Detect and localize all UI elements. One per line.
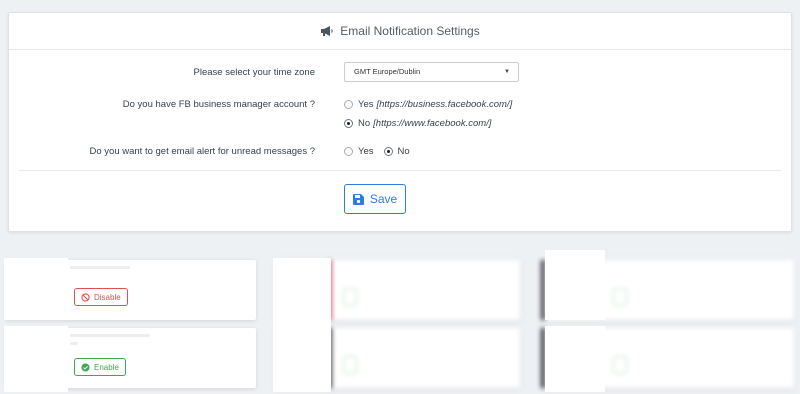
- save-button[interactable]: Save: [344, 184, 406, 214]
- alert-no-radio[interactable]: [383, 147, 393, 156]
- divider: [19, 170, 781, 171]
- alert-no-label: No: [397, 146, 410, 157]
- disable-button[interactable]: Disable: [74, 288, 128, 306]
- save-label: Save: [369, 192, 398, 206]
- megaphone-icon: [321, 26, 334, 36]
- email-alert-options: Yes No: [344, 146, 410, 157]
- enable-button[interactable]: Enable: [74, 358, 126, 376]
- fb-yes-radio[interactable]: [344, 100, 353, 109]
- fb-no-label: No: [358, 118, 371, 129]
- avatar-placeholder: [273, 258, 331, 392]
- enable-label: Enable: [94, 362, 119, 372]
- alert-yes-radio[interactable]: [344, 147, 353, 156]
- floppy-disk-icon: [352, 193, 364, 205]
- avatar-placeholder: [545, 250, 605, 320]
- ban-icon: [81, 292, 90, 302]
- fb-yes-label: Yes: [358, 99, 374, 110]
- card-title: Email Notification Settings: [340, 24, 480, 38]
- timezone-label: Please select your time zone: [193, 67, 315, 78]
- email-settings-card: Email Notification Settings Please selec…: [8, 12, 792, 232]
- fb-option-no[interactable]: No [https://www.facebook.com/]: [344, 118, 491, 129]
- card-header: Email Notification Settings: [9, 13, 791, 50]
- disable-label: Disable: [94, 292, 121, 302]
- fb-option-yes[interactable]: Yes [https://business.facebook.com/]: [344, 99, 512, 110]
- email-alert-label: Do you want to get email alert for unrea…: [89, 146, 315, 157]
- caret-down-icon: ▼: [504, 69, 510, 75]
- avatar-placeholder: [545, 326, 605, 392]
- fb-no-radio[interactable]: [344, 119, 353, 128]
- fb-account-label: Do you have FB business manager account …: [122, 99, 315, 110]
- timezone-select[interactable]: GMT Europe/Dublin ▼: [344, 62, 519, 82]
- timezone-value: GMT Europe/Dublin: [354, 67, 421, 76]
- avatar-placeholder: [4, 326, 68, 392]
- fb-yes-hint: [https://business.facebook.com/]: [376, 99, 513, 110]
- alert-yes-label: Yes: [358, 146, 374, 157]
- avatar-placeholder: [4, 258, 68, 320]
- fb-no-hint: [https://www.facebook.com/]: [373, 118, 492, 129]
- check-circle-icon: [81, 362, 90, 372]
